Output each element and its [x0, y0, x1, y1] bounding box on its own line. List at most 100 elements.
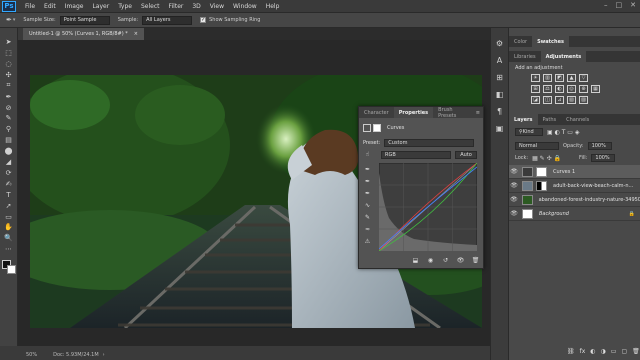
- menu-type[interactable]: Type: [118, 3, 132, 10]
- character-panel-icon[interactable]: A: [494, 55, 505, 66]
- visibility-eye-icon[interactable]: 👁: [509, 182, 519, 189]
- history-brush-tool-icon[interactable]: ▤: [3, 136, 15, 145]
- new-group-icon[interactable]: ▭: [611, 348, 617, 355]
- blur-tool-icon[interactable]: ⟳: [3, 169, 15, 178]
- layer-row-background[interactable]: 👁 Background 🔒: [509, 207, 640, 221]
- delete-adjustment-icon[interactable]: 🗑: [471, 256, 480, 265]
- clip-to-layer-icon[interactable]: ⬓: [411, 256, 420, 265]
- eyedropper-tool-icon[interactable]: ✒: [3, 92, 15, 101]
- tab-brush-presets[interactable]: Brush Presets: [433, 107, 476, 119]
- posterize-icon[interactable]: ◫: [543, 96, 552, 104]
- history-panel-icon[interactable]: ⚙: [494, 38, 505, 49]
- gradient-map-icon[interactable]: ▨: [579, 96, 588, 104]
- invert-icon[interactable]: ◪: [531, 96, 540, 104]
- photo-filter-icon[interactable]: ◎: [567, 85, 576, 93]
- brush-tool-icon[interactable]: ✎: [3, 114, 15, 123]
- type-tool-icon[interactable]: T: [3, 190, 15, 199]
- tab-color[interactable]: Color: [509, 36, 532, 47]
- lasso-tool-icon[interactable]: ◌: [3, 60, 15, 69]
- add-mask-icon[interactable]: ◐: [590, 348, 595, 355]
- color-swatches[interactable]: [1, 259, 16, 274]
- visibility-eye-icon[interactable]: 👁: [509, 196, 519, 203]
- menu-file[interactable]: File: [25, 3, 35, 10]
- target-adjust-icon[interactable]: ☝: [363, 150, 372, 159]
- menu-edit[interactable]: Edit: [44, 3, 56, 10]
- fill-field[interactable]: 100%: [591, 154, 616, 162]
- shape-tool-icon[interactable]: ▭: [3, 212, 15, 221]
- curves-icon[interactable]: ◩: [555, 74, 564, 82]
- pen-tool-icon[interactable]: ✍: [3, 180, 15, 189]
- tab-swatches[interactable]: Swatches: [532, 36, 569, 47]
- black-white-icon[interactable]: ◐: [555, 85, 564, 93]
- clone-stamp-tool-icon[interactable]: ⚲: [3, 125, 15, 134]
- sample-size-select[interactable]: Point Sample: [59, 15, 110, 25]
- opacity-field[interactable]: 100%: [587, 142, 612, 150]
- close-tab-icon[interactable]: ×: [134, 31, 138, 37]
- clone-source-panel-icon[interactable]: ◧: [494, 89, 505, 100]
- color-balance-icon[interactable]: ⚖: [543, 85, 552, 93]
- exposure-icon[interactable]: ▲: [567, 74, 576, 82]
- chevron-down-icon[interactable]: ▾: [13, 17, 16, 23]
- properties-panel-icon[interactable]: ▣: [494, 123, 505, 134]
- reset-icon[interactable]: ↺: [441, 256, 450, 265]
- filter-icons[interactable]: ▣ ◐ T ▭ ◈: [547, 129, 579, 136]
- link-layers-icon[interactable]: ⛓: [567, 348, 575, 355]
- menu-window[interactable]: Window: [233, 3, 257, 10]
- visibility-eye-icon[interactable]: 👁: [509, 210, 519, 217]
- menu-3d[interactable]: 3D: [192, 3, 200, 10]
- crop-tool-icon[interactable]: ⌗: [3, 81, 15, 91]
- layer-row-curves[interactable]: 👁 Curves 1: [509, 165, 640, 179]
- new-layer-icon[interactable]: ▢: [621, 348, 627, 355]
- menu-layer[interactable]: Layer: [92, 3, 109, 10]
- visibility-icon[interactable]: 👁: [456, 256, 465, 265]
- hand-tool-icon[interactable]: ✋: [3, 223, 15, 232]
- eyedropper-tool-preset-icon[interactable]: ✒: [6, 16, 12, 24]
- brush-panel-icon[interactable]: ⊞: [494, 72, 505, 83]
- white-point-eyedropper-icon[interactable]: ✒: [363, 189, 372, 198]
- tab-character[interactable]: Character: [359, 107, 394, 118]
- black-point-eyedropper-icon[interactable]: ✒: [363, 165, 372, 174]
- eraser-tool-icon[interactable]: ⬤: [3, 147, 15, 156]
- quick-select-tool-icon[interactable]: ✣: [3, 71, 15, 80]
- delete-layer-icon[interactable]: 🗑: [632, 348, 640, 355]
- background-color-swatch[interactable]: [6, 264, 16, 274]
- tab-channels[interactable]: Channels: [561, 114, 594, 125]
- view-previous-icon[interactable]: ◉: [426, 256, 435, 265]
- panel-menu-icon[interactable]: ≡: [476, 110, 480, 116]
- levels-icon[interactable]: ▥: [543, 74, 552, 82]
- paragraph-panel-icon[interactable]: ¶: [494, 106, 505, 117]
- menu-image[interactable]: Image: [65, 3, 84, 10]
- tab-adjustments[interactable]: Adjustments: [540, 51, 587, 62]
- blend-mode-select[interactable]: Normal: [515, 142, 559, 150]
- smooth-curve-icon[interactable]: ≈: [363, 225, 372, 234]
- gradient-tool-icon[interactable]: ◢: [3, 158, 15, 167]
- zoom-tool-icon[interactable]: 🔍: [3, 234, 15, 243]
- close-window-button[interactable]: ✕: [630, 1, 636, 9]
- sample-select[interactable]: All Layers: [142, 15, 193, 25]
- tab-paths[interactable]: Paths: [538, 114, 562, 125]
- visibility-eye-icon[interactable]: 👁: [509, 168, 519, 175]
- show-sampling-ring-checkbox[interactable]: ✓: [200, 17, 207, 23]
- menu-filter[interactable]: Filter: [169, 3, 184, 10]
- tab-libraries[interactable]: Libraries: [509, 51, 541, 62]
- move-tool-icon[interactable]: ➤: [3, 38, 15, 47]
- maximize-button[interactable]: □: [616, 1, 623, 9]
- chevron-right-icon[interactable]: ›: [103, 352, 105, 358]
- brightness-icon[interactable]: ☀: [531, 74, 540, 82]
- document-tab[interactable]: Untitled-1 @ 50% (Curves 1, RGB/8#) * ×: [23, 28, 144, 40]
- marquee-tool-icon[interactable]: ⬚: [3, 49, 15, 58]
- curves-graph[interactable]: [379, 163, 477, 251]
- pencil-curve-icon[interactable]: ✎: [363, 213, 372, 222]
- channel-select[interactable]: RGB: [381, 150, 451, 159]
- color-lookup-icon[interactable]: ▦: [591, 85, 600, 93]
- tab-layers[interactable]: Layers: [509, 114, 538, 125]
- vibrance-icon[interactable]: ▽: [579, 74, 588, 82]
- mask-icon[interactable]: [373, 124, 381, 132]
- hue-saturation-icon[interactable]: ⊞: [531, 85, 540, 93]
- lock-icons[interactable]: ▦ ✎ ✣ 🔒: [532, 155, 561, 162]
- threshold-icon[interactable]: ⊿: [555, 96, 564, 104]
- layer-row-forest[interactable]: 👁 abandoned-forest-industry-nature-34950: [509, 193, 640, 207]
- menu-help[interactable]: Help: [266, 3, 280, 10]
- layer-row-person[interactable]: 👁 adult-back-view-beach-calm-n...: [509, 179, 640, 193]
- menu-select[interactable]: Select: [141, 3, 160, 10]
